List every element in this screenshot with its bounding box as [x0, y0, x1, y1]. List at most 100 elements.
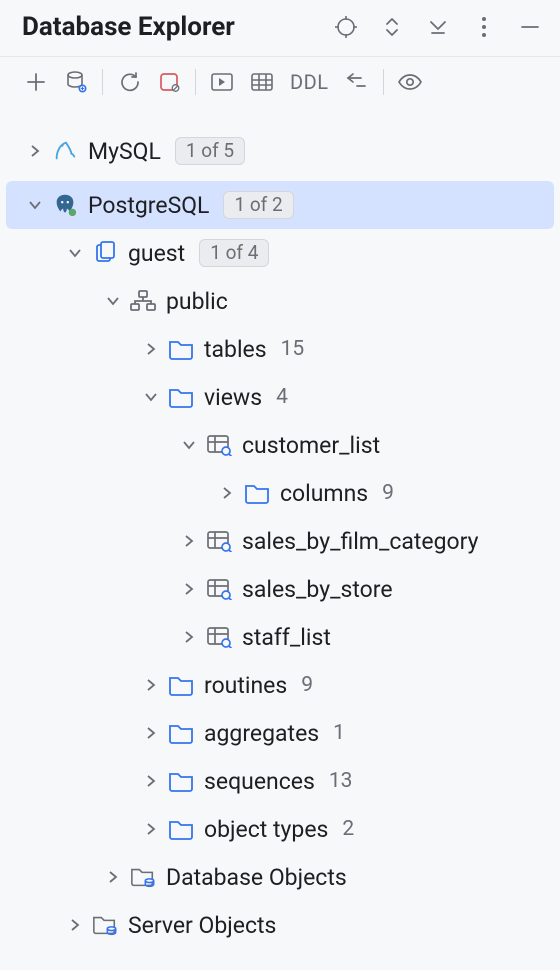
tree-label: views — [204, 386, 262, 409]
chevron-right-icon[interactable] — [216, 482, 238, 504]
toolbar-separator — [195, 69, 196, 95]
stop-button[interactable] — [149, 65, 189, 99]
folder-icon — [168, 336, 194, 362]
database-explorer-panel: Database Explorer — [0, 0, 560, 970]
tree-label: Server Objects — [128, 914, 276, 937]
folder-server-icon — [92, 912, 118, 938]
tree-node-postgresql[interactable]: PostgreSQL 1 of 2 — [6, 181, 554, 229]
ddl-button[interactable]: DDL — [282, 65, 337, 99]
panel-header: Database Explorer — [0, 0, 560, 56]
tree-count: 1 — [333, 723, 345, 744]
chevron-down-icon[interactable] — [178, 434, 200, 456]
tree-count: 9 — [301, 675, 313, 696]
tree-count: 4 — [276, 387, 288, 408]
tree-count: 13 — [329, 771, 353, 792]
tree-label: public — [166, 290, 228, 313]
tree-node-sales-by-film-category[interactable]: sales_by_film_category — [6, 517, 554, 565]
chevron-down-icon[interactable] — [24, 194, 46, 216]
tree-label: staff_list — [242, 626, 331, 649]
chevron-down-icon[interactable] — [102, 290, 124, 312]
chevron-right-icon[interactable] — [140, 770, 162, 792]
tree-label: columns — [280, 482, 368, 505]
tree-node-columns[interactable]: columns 9 — [6, 469, 554, 517]
navigate-button[interactable] — [337, 65, 377, 99]
jump-to-console-button[interactable] — [202, 65, 242, 99]
tree-label: MySQL — [88, 140, 161, 163]
tree-node-tables[interactable]: tables 15 — [6, 325, 554, 373]
tree-label: aggregates — [204, 722, 319, 745]
tree-node-public[interactable]: public — [6, 277, 554, 325]
schema-icon — [130, 288, 156, 314]
folder-icon — [168, 384, 194, 410]
tree-label: object types — [204, 818, 328, 841]
tree-count: 9 — [382, 483, 394, 504]
postgresql-icon — [52, 192, 78, 218]
chevron-right-icon[interactable] — [140, 722, 162, 744]
folder-icon — [244, 480, 270, 506]
tree-label: routines — [204, 674, 287, 697]
tree-node-guest[interactable]: guest 1 of 4 — [6, 229, 554, 277]
select-target-icon[interactable] — [334, 15, 358, 39]
panel-title: Database Explorer — [22, 12, 235, 42]
chevron-down-icon[interactable] — [140, 386, 162, 408]
more-icon[interactable] — [472, 15, 496, 39]
tree-node-routines[interactable]: routines 9 — [6, 661, 554, 709]
tree-label: sales_by_store — [242, 578, 393, 601]
folder-db-icon — [130, 864, 156, 890]
chevron-right-icon[interactable] — [178, 626, 200, 648]
count-badge: 1 of 4 — [199, 239, 269, 267]
data-source-properties-button[interactable] — [56, 65, 96, 99]
tree-node-aggregates[interactable]: aggregates 1 — [6, 709, 554, 757]
chevron-right-icon[interactable] — [102, 866, 124, 888]
hide-icon[interactable] — [426, 15, 450, 39]
folder-icon — [168, 720, 194, 746]
tree-node-staff-list[interactable]: staff_list — [6, 613, 554, 661]
count-badge: 1 of 2 — [223, 191, 293, 219]
folder-icon — [168, 816, 194, 842]
chevron-down-icon[interactable] — [64, 242, 86, 264]
tree-node-server-objects[interactable]: Server Objects — [6, 901, 554, 949]
tree-node-views[interactable]: views 4 — [6, 373, 554, 421]
tree-node-object-types[interactable]: object types 2 — [6, 805, 554, 853]
tree-label: tables — [204, 338, 267, 361]
folder-icon — [168, 672, 194, 698]
toolbar-separator — [383, 69, 384, 95]
new-button[interactable] — [16, 65, 56, 99]
database-tree[interactable]: MySQL 1 of 5 PostgreSQL 1 of 2 — [0, 109, 560, 969]
chevron-right-icon[interactable] — [64, 914, 86, 936]
tree-node-customer-list[interactable]: customer_list — [6, 421, 554, 469]
chevron-right-icon[interactable] — [178, 530, 200, 552]
mysql-icon — [52, 138, 78, 164]
panel-header-actions — [334, 15, 542, 39]
view-options-button[interactable] — [390, 65, 430, 99]
refresh-button[interactable] — [109, 65, 149, 99]
view-icon — [206, 576, 232, 602]
tree-node-database-objects[interactable]: Database Objects — [6, 853, 554, 901]
tree-node-sequences[interactable]: sequences 13 — [6, 757, 554, 805]
toolbar: DDL — [0, 57, 560, 109]
tree-label: sales_by_film_category — [242, 530, 479, 553]
minimize-icon[interactable] — [518, 15, 542, 39]
view-icon — [206, 432, 232, 458]
view-icon — [206, 528, 232, 554]
tree-node-sales-by-store[interactable]: sales_by_store — [6, 565, 554, 613]
chevron-right-icon[interactable] — [140, 818, 162, 840]
folder-icon — [168, 768, 194, 794]
tree-count: 2 — [342, 819, 354, 840]
tree-label: PostgreSQL — [88, 194, 209, 217]
chevron-right-icon[interactable] — [178, 578, 200, 600]
count-badge: 1 of 5 — [175, 137, 245, 165]
chevron-right-icon[interactable] — [140, 674, 162, 696]
expand-collapse-icon[interactable] — [380, 15, 404, 39]
tree-label: sequences — [204, 770, 315, 793]
view-icon — [206, 624, 232, 650]
table-view-button[interactable] — [242, 65, 282, 99]
database-icon — [92, 240, 118, 266]
chevron-right-icon[interactable] — [24, 140, 46, 162]
tree-label: guest — [128, 242, 185, 265]
chevron-right-icon[interactable] — [140, 338, 162, 360]
tree-label: Database Objects — [166, 866, 347, 889]
tree-count: 15 — [281, 339, 305, 360]
toolbar-separator — [102, 69, 103, 95]
tree-node-mysql[interactable]: MySQL 1 of 5 — [6, 127, 554, 175]
